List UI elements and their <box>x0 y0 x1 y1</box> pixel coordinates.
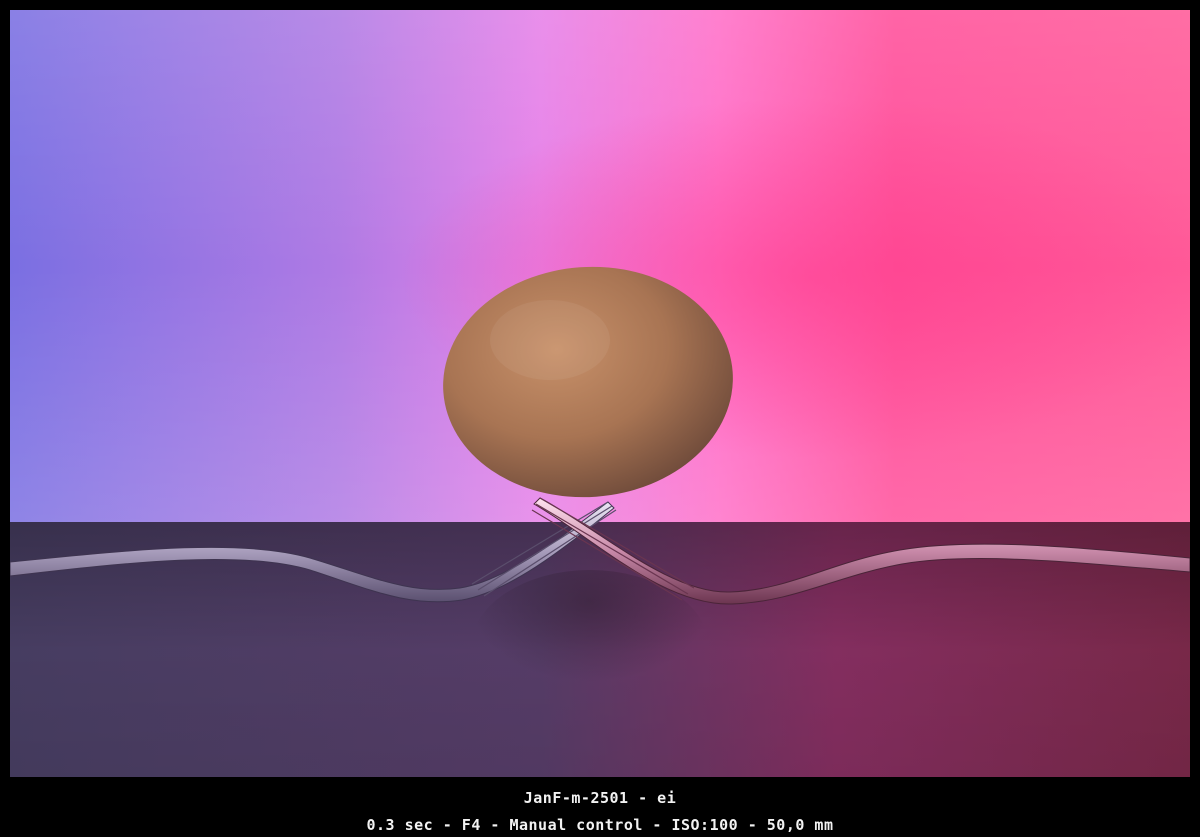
exposure-info: 0.3 sec - F4 - Manual control - ISO:100 … <box>366 816 834 834</box>
photo-scene <box>10 10 1190 777</box>
photo-frame: JanF-m-2501 - ei 0.3 sec - F4 - Manual c… <box>0 0 1200 837</box>
photograph <box>10 10 1190 777</box>
photo-title: JanF-m-2501 - ei <box>523 789 677 807</box>
